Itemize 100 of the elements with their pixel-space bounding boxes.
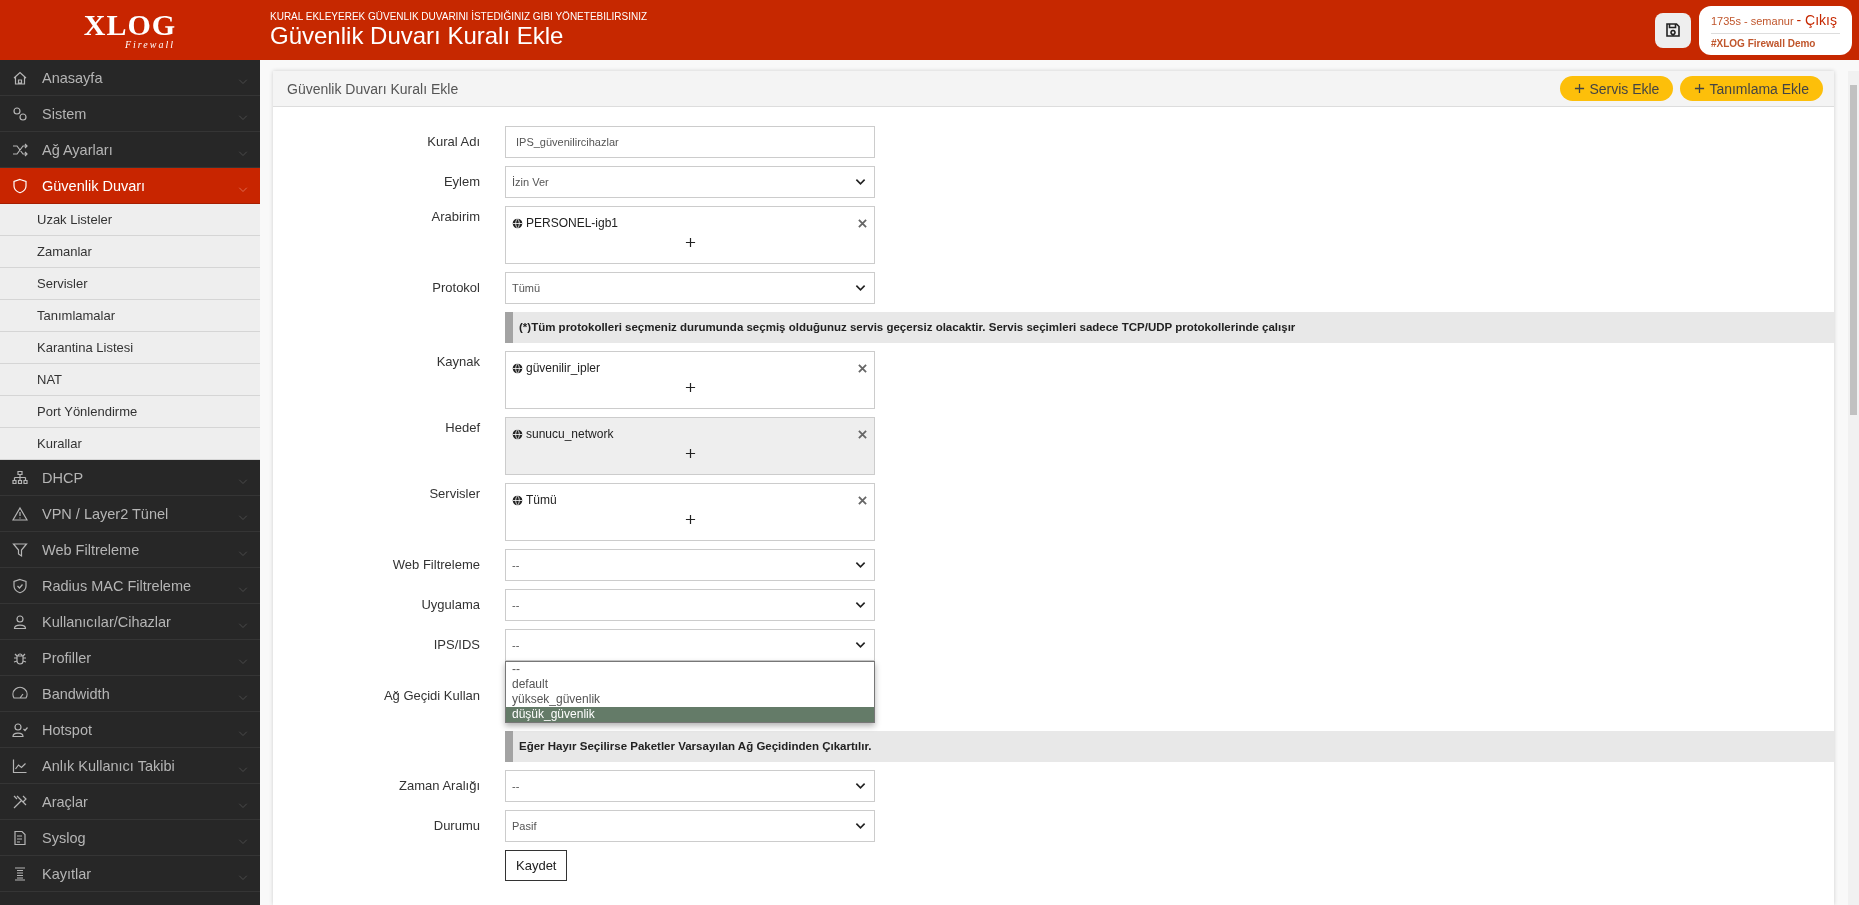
select-field[interactable]: İzin Ver xyxy=(505,166,875,198)
gears-icon xyxy=(12,105,28,122)
chevron-icon xyxy=(855,822,866,830)
device-name: #XLOG Firewall Demo xyxy=(1711,36,1817,49)
select-field[interactable]: -- xyxy=(505,589,875,621)
logo-tagline: Firewall xyxy=(124,40,176,50)
field-label: Hedef xyxy=(444,419,480,436)
home-icon xyxy=(12,69,28,86)
sitemap-icon xyxy=(12,469,28,486)
plus-icon[interactable] xyxy=(684,514,696,525)
dropdown-option[interactable]: düşük_güvenlik xyxy=(506,707,874,722)
plus-icon[interactable] xyxy=(684,382,696,393)
chevron-icon xyxy=(855,641,866,649)
panel-title: Güvenlik Duvarı Kuralı Ekle xyxy=(287,80,460,97)
select-field[interactable]: -- xyxy=(505,770,875,802)
chevron-icon xyxy=(855,284,866,292)
person-check-icon xyxy=(12,721,28,738)
tools-icon xyxy=(12,793,28,810)
info-note: Eğer Hayır Seçilirse Paketler Varsayılan Ağ Geçidinden Çıkartılır. xyxy=(505,731,1834,762)
globe-icon xyxy=(512,494,523,506)
nav-item[interactable]: Güvenlik Duvarı xyxy=(0,168,260,204)
input-field[interactable]: IPS_güvenilircihazlar xyxy=(505,126,875,158)
list-icon xyxy=(12,865,28,882)
add-button[interactable]: Tanımlama Ekle xyxy=(1680,76,1823,101)
shield-check-icon xyxy=(12,577,28,594)
dropdown-option[interactable]: default xyxy=(506,677,874,692)
plus-icon[interactable] xyxy=(684,237,696,248)
submenu-item[interactable]: Tanımlamalar xyxy=(0,300,260,332)
globe-icon xyxy=(512,362,523,374)
submenu-item[interactable]: Kurallar xyxy=(0,428,260,460)
nav-item[interactable]: VPN / Layer2 Tünel xyxy=(0,496,260,532)
selection-box[interactable]: Tümü xyxy=(505,483,875,541)
selected-item: güvenilir_ipler xyxy=(526,361,602,375)
nav-item[interactable]: Radius MAC Filtreleme xyxy=(0,568,260,604)
select-field[interactable]: -- xyxy=(505,549,875,581)
session-info: 1735s - semanur xyxy=(1711,14,1794,27)
chevron-icon xyxy=(238,186,248,193)
field-label: Zaman Aralığı xyxy=(398,777,480,795)
nav-item[interactable]: Sistem xyxy=(0,96,260,132)
select-field[interactable]: Pasif xyxy=(505,810,875,842)
nav-item[interactable]: Anlık Kullanıcı Takibi xyxy=(0,748,260,784)
info-note: (*)Tüm protokolleri seçmeniz durumunda seçmiş olduğunuz servis geçersiz olacaktir. Servis seçimleri sadece TCP/UDP protokollerinde çalışır xyxy=(505,312,1834,343)
plus-icon xyxy=(1694,83,1706,94)
select-field[interactable]: -- xyxy=(505,629,875,661)
warning-icon xyxy=(12,505,28,522)
document-icon xyxy=(12,829,28,846)
close-icon[interactable] xyxy=(858,218,867,228)
nav-item[interactable]: Kullanıcılar/Cihazlar xyxy=(0,604,260,640)
field-label: Arabirim xyxy=(430,208,480,225)
selected-item: Tümü xyxy=(526,493,558,507)
nav-item[interactable]: Web Filtreleme xyxy=(0,532,260,568)
scrollbar[interactable] xyxy=(1848,71,1859,905)
submenu-item[interactable]: NAT xyxy=(0,364,260,396)
close-icon[interactable] xyxy=(858,363,867,373)
chevron-icon xyxy=(855,601,866,609)
logo-wordmark: XLOG xyxy=(83,10,177,40)
plus-icon xyxy=(1574,83,1586,94)
save-button[interactable]: Kaydet xyxy=(505,850,568,881)
select-field[interactable]: Tümü xyxy=(505,272,875,304)
nav-item[interactable]: DHCP xyxy=(0,460,260,496)
nav-item[interactable]: Anasayfa xyxy=(0,60,260,96)
nav-item[interactable]: Profiller xyxy=(0,640,260,676)
field-label: Ağ Geçidi Kullan xyxy=(382,687,480,705)
field-label: Servisler xyxy=(428,485,480,502)
page-subtitle: KURAL EKLEYEREK GÜVENLIK DUVARINI İSTEDIĞINIZ GIBI YÖNETEBILIRSINIZ xyxy=(270,11,649,23)
logout-link[interactable]: - Çıkış xyxy=(1796,11,1837,28)
save-button[interactable] xyxy=(1655,12,1691,48)
shield-icon xyxy=(12,177,28,194)
person-icon xyxy=(12,613,28,630)
submenu-item[interactable]: Port Yönlendirme xyxy=(0,396,260,428)
nav-item[interactable]: Araçlar xyxy=(0,784,260,820)
submenu-item[interactable]: Karantina Listesi xyxy=(0,332,260,364)
close-icon[interactable] xyxy=(858,495,867,505)
chart-icon xyxy=(12,757,28,774)
field-label: Uygulama xyxy=(420,596,480,614)
submenu-item[interactable]: Zamanlar xyxy=(0,236,260,268)
nav-item[interactable]: Syslog xyxy=(0,820,260,856)
shuffle-icon xyxy=(12,141,28,158)
page-title: Güvenlik Duvarı Kuralı Ekle xyxy=(270,23,565,49)
dropdown-option[interactable]: yüksek_güvenlik xyxy=(506,692,874,707)
field-label: Durumu xyxy=(432,817,480,835)
chevron-icon xyxy=(855,178,866,186)
selection-box[interactable]: PERSONEL-igb1 xyxy=(505,206,875,264)
globe-icon xyxy=(512,428,523,440)
field-label: Eylem xyxy=(442,173,480,191)
submenu-item[interactable]: Servisler xyxy=(0,268,260,300)
funnel-icon xyxy=(12,541,28,558)
nav-item[interactable]: Bandwidth xyxy=(0,676,260,712)
chevron-icon xyxy=(855,782,866,790)
submenu-item[interactable]: Uzak Listeler xyxy=(0,204,260,236)
nav-item[interactable]: Hotspot xyxy=(0,712,260,748)
globe-icon xyxy=(512,217,523,229)
selected-item: sunucu_network xyxy=(526,427,615,441)
field-label: Kaynak xyxy=(435,353,480,370)
selection-box[interactable]: güvenilir_ipler xyxy=(505,351,875,409)
add-button[interactable]: Servis Ekle xyxy=(1560,76,1674,101)
nav-item[interactable]: Kayıtlar xyxy=(0,856,260,892)
gauge-icon xyxy=(12,685,28,702)
field-label: Protokol xyxy=(431,279,480,297)
dropdown-option[interactable]: -- xyxy=(506,662,874,677)
